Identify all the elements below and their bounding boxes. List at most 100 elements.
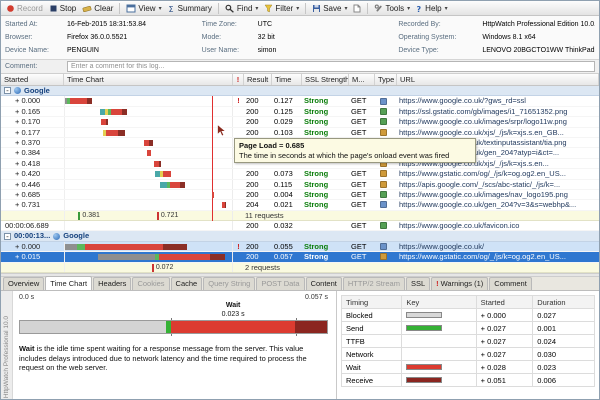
request-row[interactable]: + 0.7312040.021StrongGEThttps://www.goog…	[1, 200, 599, 210]
tab-content[interactable]: Content	[306, 277, 342, 290]
help-button[interactable]: ?Help▾	[413, 2, 450, 15]
time-chart-bar	[222, 202, 226, 208]
tab-comment[interactable]: Comment	[489, 277, 532, 290]
column-header-result[interactable]: Result	[244, 74, 272, 85]
request-timing-bar	[19, 320, 328, 334]
tab-query-string[interactable]: Query String	[203, 277, 255, 290]
timing-row: Wait+ 0.0280.023	[342, 361, 595, 374]
request-row[interactable]: 00:00:06.6892000.032GEThttps://www.googl…	[1, 221, 599, 231]
request-started: + 0.446	[1, 180, 64, 189]
request-url: https://www.google.co.uk/favicon.ico	[397, 221, 599, 230]
info-value: HttpWatch Professional Edition 10.0.1	[482, 19, 595, 30]
tab-time-chart[interactable]: Time Chart	[45, 276, 92, 290]
column-header-m[interactable]: M...	[349, 74, 375, 85]
page-icon	[353, 4, 361, 13]
column-header-started[interactable]: Started	[1, 74, 64, 85]
page-group-row[interactable]: -Google	[1, 86, 599, 96]
http-method: GET	[349, 252, 375, 261]
request-row[interactable]: + 0.1652000.125StrongGEThttps://ssl.gsta…	[1, 107, 599, 117]
request-row[interactable]: + 0.1702000.029StrongGEThttps://www.goog…	[1, 117, 599, 127]
timing-name: Wait	[342, 361, 402, 374]
time-chart-bar	[103, 130, 125, 136]
save-button[interactable]: Save▾	[309, 2, 350, 15]
timing-row: Receive+ 0.0510.006	[342, 374, 595, 387]
time-chart-bar	[65, 244, 187, 250]
tab-label: HTTP/2 Stream	[348, 278, 400, 290]
log-info-panel: Started At:16-Feb-2015 18:31:53.84Browse…	[1, 16, 599, 60]
tools-button[interactable]: Tools▾	[371, 2, 413, 15]
tab-headers[interactable]: Headers	[93, 277, 131, 290]
request-row[interactable]: + 0.4202000.073StrongGEThttps://www.gsta…	[1, 169, 599, 179]
request-row[interactable]: + 0.000!2000.055StrongGEThttps://www.goo…	[1, 242, 599, 252]
request-started: + 0.177	[1, 128, 64, 137]
column-header-url[interactable]: URL	[397, 74, 599, 85]
timing-col-timing: Timing	[342, 296, 402, 309]
timing-key-cell	[402, 322, 476, 335]
ssl-strength: Strong	[302, 107, 349, 116]
collapse-expander-icon[interactable]: -	[4, 87, 11, 94]
bar-segment	[111, 109, 122, 115]
tab-cache[interactable]: Cache	[171, 277, 203, 290]
http-method: GET	[349, 242, 375, 251]
timing-key-cell	[402, 361, 476, 374]
request-started: + 0.731	[1, 200, 64, 209]
page-group-row[interactable]: -00:00:13...Google	[1, 231, 599, 241]
column-header-time-chart[interactable]: Time Chart	[64, 74, 233, 85]
stop-button[interactable]: Stop	[46, 2, 79, 15]
result-code: 200	[244, 169, 272, 178]
summary-button[interactable]: Σ Summary	[165, 2, 215, 15]
request-url: https://www.gstatic.com/og/_/js/k=og.og2…	[397, 169, 599, 178]
toolbar-button-label: Summary	[178, 4, 212, 13]
tab-post-data[interactable]: POST Data	[256, 277, 304, 290]
image-type-icon	[380, 191, 387, 198]
request-time-chart	[64, 107, 233, 116]
request-row[interactable]: + 0.4462000.115StrongGEThttps://apis.goo…	[1, 180, 599, 190]
clear-button[interactable]: Clear	[79, 2, 116, 15]
content-type-cell	[375, 242, 397, 251]
tab-warnings-1[interactable]: !Warnings (1)	[431, 277, 488, 290]
http-method: GET	[349, 107, 375, 116]
request-started: + 0.384	[1, 148, 64, 157]
result-code: 200	[244, 180, 272, 189]
collapse-expander-icon[interactable]: -	[4, 233, 11, 240]
view-icon	[126, 4, 136, 13]
bar-segment	[159, 254, 210, 260]
page-button[interactable]	[350, 2, 364, 15]
comment-input[interactable]	[67, 61, 595, 72]
request-row[interactable]: + 0.1772000.103StrongGEThttps://www.goog…	[1, 128, 599, 138]
tab-cookies[interactable]: Cookies	[132, 277, 169, 290]
tab-ssl[interactable]: SSL	[406, 277, 430, 290]
info-label: Operating System:	[398, 32, 482, 43]
request-row[interactable]: + 0.6852000.004StrongGEThttps://www.goog…	[1, 190, 599, 200]
result-code: 200	[244, 96, 272, 105]
timing-col-key: Key	[402, 296, 476, 309]
request-row[interactable]: + 0.000!2000.127StrongGEThttps://www.goo…	[1, 96, 599, 106]
column-header-type[interactable]: Type	[375, 74, 397, 85]
bar-segment	[106, 130, 118, 136]
time-chart-bar	[155, 171, 171, 177]
time-chart-bar	[101, 119, 107, 125]
column-header-ssl-strength[interactable]: SSL Strength	[302, 74, 349, 85]
bar-segment	[149, 140, 153, 146]
svg-text:Σ: Σ	[168, 5, 173, 13]
timing-key-cell	[402, 335, 476, 348]
tab-http-2-stream[interactable]: HTTP/2 Stream	[343, 277, 405, 290]
filter-button[interactable]: Filter▾	[261, 2, 302, 15]
record-button[interactable]: Record	[3, 2, 46, 15]
request-url: https://www.gstatic.com/og/_/js/k=og.og2…	[397, 252, 599, 261]
info-label: Device Name:	[5, 45, 67, 56]
http-method: GET	[349, 190, 375, 199]
wait-description-text: is the idle time spent waiting for a res…	[19, 344, 307, 372]
column-header-item[interactable]: !	[233, 74, 244, 85]
request-row[interactable]: + 0.0152000.057StrongGEThttps://www.gsta…	[1, 252, 599, 262]
tab-overview[interactable]: Overview	[3, 277, 44, 290]
ssl-strength: Strong	[302, 200, 349, 209]
group-start-time: 00:00:13...	[14, 231, 50, 241]
tab-label: POST Data	[261, 278, 299, 290]
view-button[interactable]: View▾	[123, 2, 164, 15]
content-type-cell	[375, 169, 397, 178]
page-summary-row: 0.3810.72111 requests	[1, 211, 599, 221]
toolbar-separator	[367, 3, 368, 14]
column-header-time[interactable]: Time	[272, 74, 302, 85]
find-button[interactable]: Find▾	[222, 2, 262, 15]
